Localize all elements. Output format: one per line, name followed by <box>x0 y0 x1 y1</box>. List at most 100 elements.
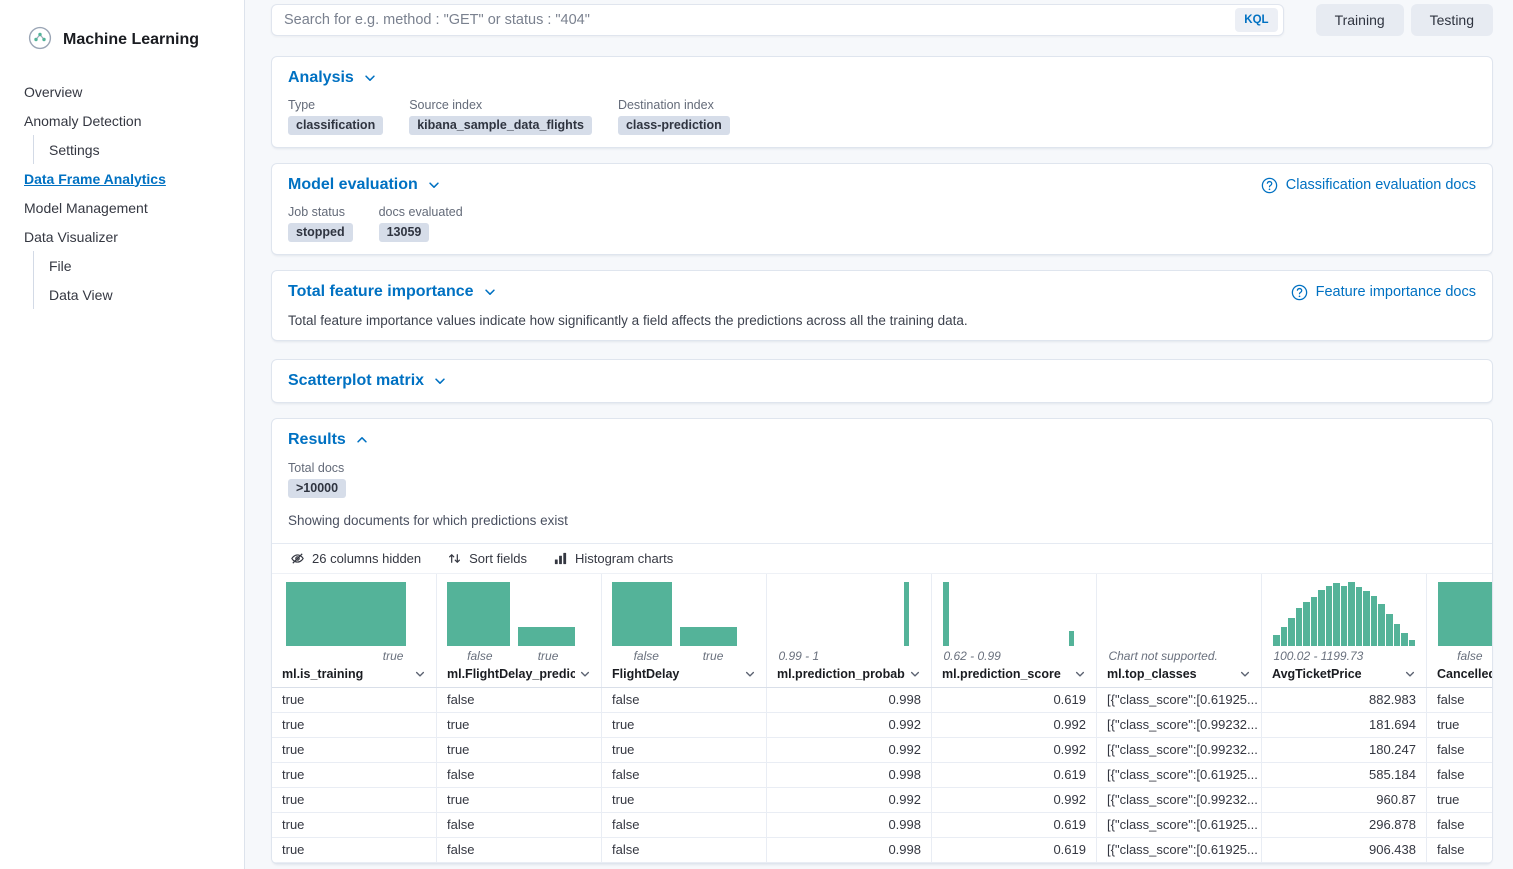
sort-icon <box>447 551 462 566</box>
column-header-avgticketprice[interactable]: 100.02 - 1199.73 AvgTicketPrice <box>1262 574 1427 687</box>
training-button[interactable]: Training <box>1316 4 1404 36</box>
analysis-accordion-toggle[interactable]: Analysis <box>288 69 377 87</box>
column-histogram <box>447 582 591 646</box>
histogram-labels: false true <box>447 648 591 665</box>
sidebar-item-model-management[interactable]: Model Management <box>0 193 244 222</box>
total-docs-badge: >10000 <box>288 479 346 498</box>
table-cell: 882.983 <box>1262 688 1427 712</box>
table-cell: 0.992 <box>767 738 932 762</box>
table-cell: false <box>1427 838 1492 862</box>
histogram-bar <box>1438 582 1492 646</box>
chevron-down-icon[interactable] <box>1074 668 1086 680</box>
sidebar-item-file[interactable]: File <box>33 251 244 280</box>
chevron-down-icon <box>433 374 447 388</box>
table-cell: true <box>1427 713 1492 737</box>
histogram-bar <box>1069 631 1075 646</box>
histogram-bar <box>1303 602 1310 646</box>
column-name-row: AvgTicketPrice <box>1272 665 1416 687</box>
table-cell: false <box>437 763 602 787</box>
grid-body: truefalsefalse0.9980.619[{"class_score":… <box>272 688 1492 863</box>
table-cell: true <box>602 713 767 737</box>
sidebar-item-data-view[interactable]: Data View <box>33 280 244 309</box>
field-docs-evaluated: docs evaluated13059 <box>379 205 463 242</box>
histogram-bar <box>1378 604 1385 646</box>
docs-link-label: Feature importance docs <box>1316 284 1476 300</box>
histogram-axis-label: false <box>1457 649 1482 663</box>
feature-importance-description: Total feature importance values indicate… <box>288 313 1476 328</box>
table-cell: [{"class_score":[0.99232... <box>1097 788 1262 812</box>
search-input[interactable] <box>284 12 1235 28</box>
table-cell: 0.992 <box>932 738 1097 762</box>
histogram-labels: 0.62 - 0.99 <box>942 648 1086 665</box>
histogram-axis-label: true <box>538 649 559 663</box>
field-value-badge: classification <box>288 116 383 135</box>
histogram-bar <box>1386 614 1393 646</box>
sidebar-item-anomaly-detection[interactable]: Anomaly Detection <box>0 106 244 135</box>
histogram-bar <box>1326 586 1333 646</box>
model-evaluation-panel-head: Model evaluation Classification evaluati… <box>288 176 1476 194</box>
histogram-charts-button[interactable]: Histogram charts <box>545 548 681 569</box>
feature-importance-panel-head: Total feature importance Feature importa… <box>288 283 1476 301</box>
table-cell: 0.992 <box>932 788 1097 812</box>
panel-title: Scatterplot matrix <box>288 372 424 390</box>
total-docs-label: Total docs <box>288 461 1476 475</box>
machine-learning-logo-icon <box>28 26 52 53</box>
chevron-down-icon[interactable] <box>1404 668 1416 680</box>
chevron-down-icon[interactable] <box>579 668 591 680</box>
column-header-ml-prediction-score[interactable]: 0.62 - 0.99ml.prediction_score <box>932 574 1097 687</box>
chart-not-supported-label: Chart not supported. <box>1108 649 1217 663</box>
histogram-bar <box>1409 640 1416 646</box>
table-cell: 906.438 <box>1262 838 1427 862</box>
histogram-axis-label: false <box>467 649 492 663</box>
chevron-down-icon <box>427 178 441 192</box>
sidebar-item-data-visualizer[interactable]: Data Visualizer <box>0 222 244 251</box>
chevron-down-icon[interactable] <box>744 668 756 680</box>
sort-fields-button[interactable]: Sort fields <box>439 548 535 569</box>
column-header-cancelled[interactable]: falseCancelled <box>1427 574 1492 687</box>
sidebar-item-overview[interactable]: Overview <box>0 77 244 106</box>
column-name-row: ml.prediction_score <box>942 665 1086 687</box>
table-cell: 960.87 <box>1262 788 1427 812</box>
column-header-flightdelay[interactable]: falsetrueFlightDelay <box>602 574 767 687</box>
column-header-ml-top-classes[interactable]: Chart not supported.ml.top_classes <box>1097 574 1262 687</box>
column-name-row: ml.prediction_probability <box>777 665 921 687</box>
field-destination-index: Destination indexclass-prediction <box>618 98 730 135</box>
table-cell: 0.992 <box>767 713 932 737</box>
sidebar-header: Machine Learning <box>0 0 244 75</box>
column-header-ml-flightdelay-prediction[interactable]: falsetrueml.FlightDelay_prediction <box>437 574 602 687</box>
classification-evaluation-docs-link[interactable]: Classification evaluation docs <box>1261 177 1476 194</box>
table-cell: true <box>437 738 602 762</box>
26-columns-hidden-button[interactable]: 26 columns hidden <box>282 548 429 569</box>
analysis-panel-head: Analysis <box>288 69 1476 87</box>
column-header-ml-is-training[interactable]: trueml.is_training <box>272 574 437 687</box>
grid-header-row: trueml.is_trainingfalsetrueml.FlightDela… <box>272 574 1492 688</box>
feature-importance-accordion-toggle[interactable]: Total feature importance <box>288 283 497 301</box>
sidebar-item-settings[interactable]: Settings <box>33 135 244 164</box>
testing-button[interactable]: Testing <box>1411 4 1493 36</box>
table-cell: true <box>272 738 437 762</box>
sidebar-item-data-frame-analytics[interactable]: Data Frame Analytics <box>0 164 244 193</box>
histogram-bar <box>447 582 510 646</box>
histogram-bar <box>1288 618 1295 646</box>
chevron-down-icon[interactable] <box>909 668 921 680</box>
chevron-down-icon[interactable] <box>1239 668 1251 680</box>
histogram-bar <box>1356 587 1363 646</box>
histogram-icon <box>553 551 568 566</box>
model-evaluation-panel: Model evaluation Classification evaluati… <box>271 163 1493 255</box>
results-grid: trueml.is_trainingfalsetrueml.FlightDela… <box>272 574 1492 863</box>
histogram-labels: 100.02 - 1199.73 <box>1272 648 1416 665</box>
toolbar-button-label: Histogram charts <box>575 551 673 566</box>
field-job-status: Job statusstopped <box>288 205 353 242</box>
histogram-axis-label: 100.02 - 1199.73 <box>1273 649 1363 663</box>
table-cell: 0.619 <box>932 813 1097 837</box>
model-evaluation-accordion-toggle[interactable]: Model evaluation <box>288 176 441 194</box>
column-header-ml-prediction-probability[interactable]: 0.99 - 1ml.prediction_probability <box>767 574 932 687</box>
table-cell: [{"class_score":[0.61925... <box>1097 813 1262 837</box>
chevron-down-icon[interactable] <box>414 668 426 680</box>
column-name: ml.is_training <box>282 667 410 681</box>
kql-button[interactable]: KQL <box>1235 8 1277 32</box>
feature-importance-docs-link[interactable]: Feature importance docs <box>1291 284 1476 301</box>
histogram-bar <box>943 582 949 646</box>
results-accordion-toggle[interactable]: Results <box>288 431 1476 449</box>
scatterplot-accordion-toggle[interactable]: Scatterplot matrix <box>288 372 447 390</box>
